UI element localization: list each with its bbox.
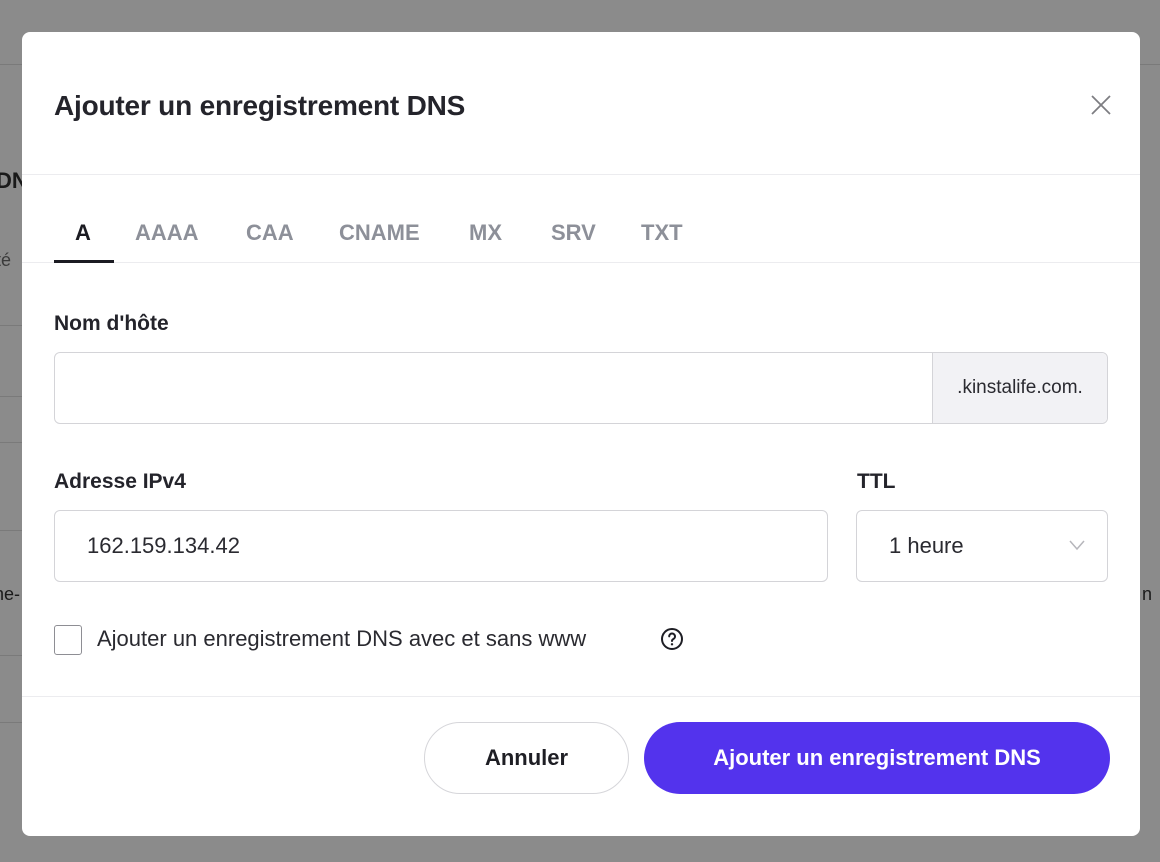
domain-suffix: .kinstalife.com. <box>932 353 1107 423</box>
tab-cname[interactable]: CNAME <box>339 220 420 260</box>
add-dns-record-dialog: Ajouter un enregistrement DNS A AAAA CAA… <box>22 32 1140 836</box>
dialog-header: Ajouter un enregistrement DNS <box>22 32 1140 175</box>
help-circle-icon[interactable] <box>660 627 684 651</box>
tab-a[interactable]: A <box>75 220 91 260</box>
ipv4-input[interactable] <box>87 511 827 581</box>
add-dns-record-button[interactable]: Ajouter un enregistrement DNS <box>644 722 1110 794</box>
www-checkbox-label[interactable]: Ajouter un enregistrement DNS avec et sa… <box>97 626 586 652</box>
record-type-tabs: A AAAA CAA CNAME MX SRV TXT <box>22 175 1140 263</box>
ttl-selected-value: 1 heure <box>889 533 964 558</box>
background-text-fragment: té <box>0 250 12 270</box>
cancel-button[interactable]: Annuler <box>424 722 629 794</box>
ipv4-field[interactable] <box>54 510 828 582</box>
background-text-fragment: n <box>1142 584 1153 604</box>
hostname-label: Nom d'hôte <box>54 312 169 335</box>
close-icon <box>1091 95 1111 115</box>
chevron-down-icon <box>1069 540 1085 551</box>
tab-caa[interactable]: CAA <box>246 220 294 260</box>
background-text-fragment: ne- <box>0 584 21 604</box>
hostname-field[interactable]: .kinstalife.com. <box>54 352 1108 424</box>
close-button[interactable] <box>1090 94 1112 116</box>
hostname-input[interactable] <box>87 353 927 423</box>
dialog-footer: Annuler Ajouter un enregistrement DNS <box>22 696 1140 836</box>
background-divider <box>0 655 22 656</box>
tab-srv[interactable]: SRV <box>551 220 596 260</box>
ttl-label: TTL <box>857 470 896 493</box>
dialog-title: Ajouter un enregistrement DNS <box>54 90 466 121</box>
active-tab-indicator <box>54 260 114 263</box>
tab-mx[interactable]: MX <box>469 220 502 260</box>
www-checkbox[interactable] <box>54 625 82 655</box>
background-divider <box>0 325 22 326</box>
background-divider <box>0 396 22 397</box>
background-divider <box>0 442 22 443</box>
tab-aaaa[interactable]: AAAA <box>135 220 199 260</box>
ipv4-label: Adresse IPv4 <box>54 470 186 493</box>
background-divider <box>0 722 22 723</box>
background-divider <box>0 530 22 531</box>
tab-txt[interactable]: TXT <box>641 220 683 260</box>
ttl-select[interactable]: 1 heure <box>856 510 1108 582</box>
